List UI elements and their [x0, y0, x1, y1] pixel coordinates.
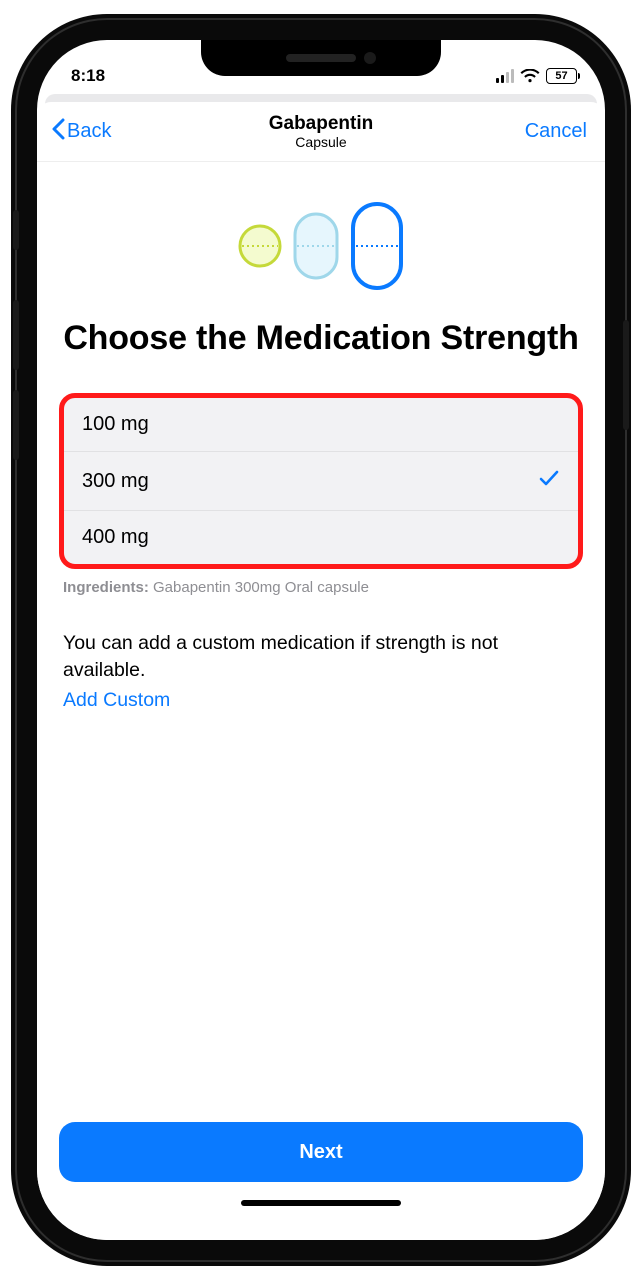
home-indicator[interactable] [241, 1200, 401, 1206]
ingredients-value: Gabapentin 300mg Oral capsule [153, 579, 369, 596]
capsule-medium-icon [289, 210, 343, 282]
custom-hint: You can add a custom medication if stren… [63, 630, 579, 683]
content: Choose the Medication Strength 100 mg 30… [37, 164, 605, 1240]
nav-bar: Back Gabapentin Capsule Cancel [37, 102, 605, 162]
back-button[interactable]: Back [51, 102, 111, 161]
battery-level: 57 [546, 68, 577, 84]
screen: 8:18 57 Back [37, 40, 605, 1240]
status-indicators: 57 [496, 68, 577, 84]
status-time: 8:18 [71, 66, 105, 86]
volume-up-button [13, 300, 19, 370]
strength-option-label: 100 mg [82, 413, 149, 436]
capsule-large-icon [347, 200, 407, 292]
strength-option-400mg[interactable]: 400 mg [64, 510, 578, 564]
cellular-signal-icon [496, 69, 514, 83]
strength-option-label: 300 mg [82, 470, 149, 493]
next-button[interactable]: Next [59, 1122, 583, 1182]
strength-option-100mg[interactable]: 100 mg [64, 398, 578, 451]
cancel-button[interactable]: Cancel [525, 102, 587, 161]
chevron-left-icon [51, 118, 65, 146]
strength-option-300mg[interactable]: 300 mg [64, 451, 578, 510]
device-frame: 8:18 57 Back [17, 20, 625, 1260]
volume-down-button [13, 390, 19, 460]
capsule-small-icon [235, 221, 285, 271]
mute-switch [13, 210, 19, 250]
capsule-size-illustration [59, 200, 583, 292]
cancel-label: Cancel [525, 120, 587, 143]
nav-subtitle: Capsule [269, 134, 374, 150]
ingredients-caption: Ingredients: Gabapentin 300mg Oral capsu… [63, 579, 579, 596]
strength-option-label: 400 mg [82, 526, 149, 549]
power-button [623, 320, 629, 430]
ingredients-label: Ingredients: [63, 579, 149, 596]
bottom-bar: Next [37, 1122, 605, 1240]
page-title: Choose the Medication Strength [59, 318, 583, 359]
strength-list: 100 mg 300 mg 400 mg [59, 393, 583, 569]
nav-title: Gabapentin [269, 113, 374, 135]
add-custom-link[interactable]: Add Custom [63, 689, 170, 712]
nav-title-group: Gabapentin Capsule [269, 113, 374, 151]
battery-indicator: 57 [546, 68, 577, 84]
back-label: Back [67, 120, 111, 143]
notch [201, 40, 441, 76]
checkmark-icon [538, 467, 560, 495]
wifi-icon [520, 69, 540, 83]
